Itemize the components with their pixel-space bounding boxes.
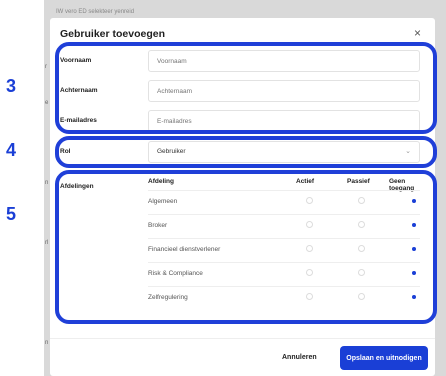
close-icon[interactable]: × xyxy=(414,26,421,40)
annotation-box-3 xyxy=(55,42,437,134)
save-and-invite-button[interactable]: Opslaan en uitnodigen xyxy=(340,346,428,370)
annotation-number-4: 4 xyxy=(6,140,17,160)
annotation-number-5: 5 xyxy=(6,204,17,224)
annotation-box-4 xyxy=(55,136,437,168)
annotation-number-3: 3 xyxy=(6,76,17,96)
background-mark: n xyxy=(45,180,49,186)
dialog-title: Gebruiker toevoegen xyxy=(60,28,166,40)
annotation-box-5 xyxy=(55,170,437,324)
background-mark: rl xyxy=(45,240,49,246)
footer-divider xyxy=(50,338,435,339)
background-mark: e xyxy=(45,100,49,106)
background-mark: r xyxy=(45,64,47,70)
background-mark: n xyxy=(45,340,49,346)
cancel-button[interactable]: Annuleren xyxy=(282,354,317,361)
background-text: IW vero ED selekteer yenreid xyxy=(56,9,135,15)
